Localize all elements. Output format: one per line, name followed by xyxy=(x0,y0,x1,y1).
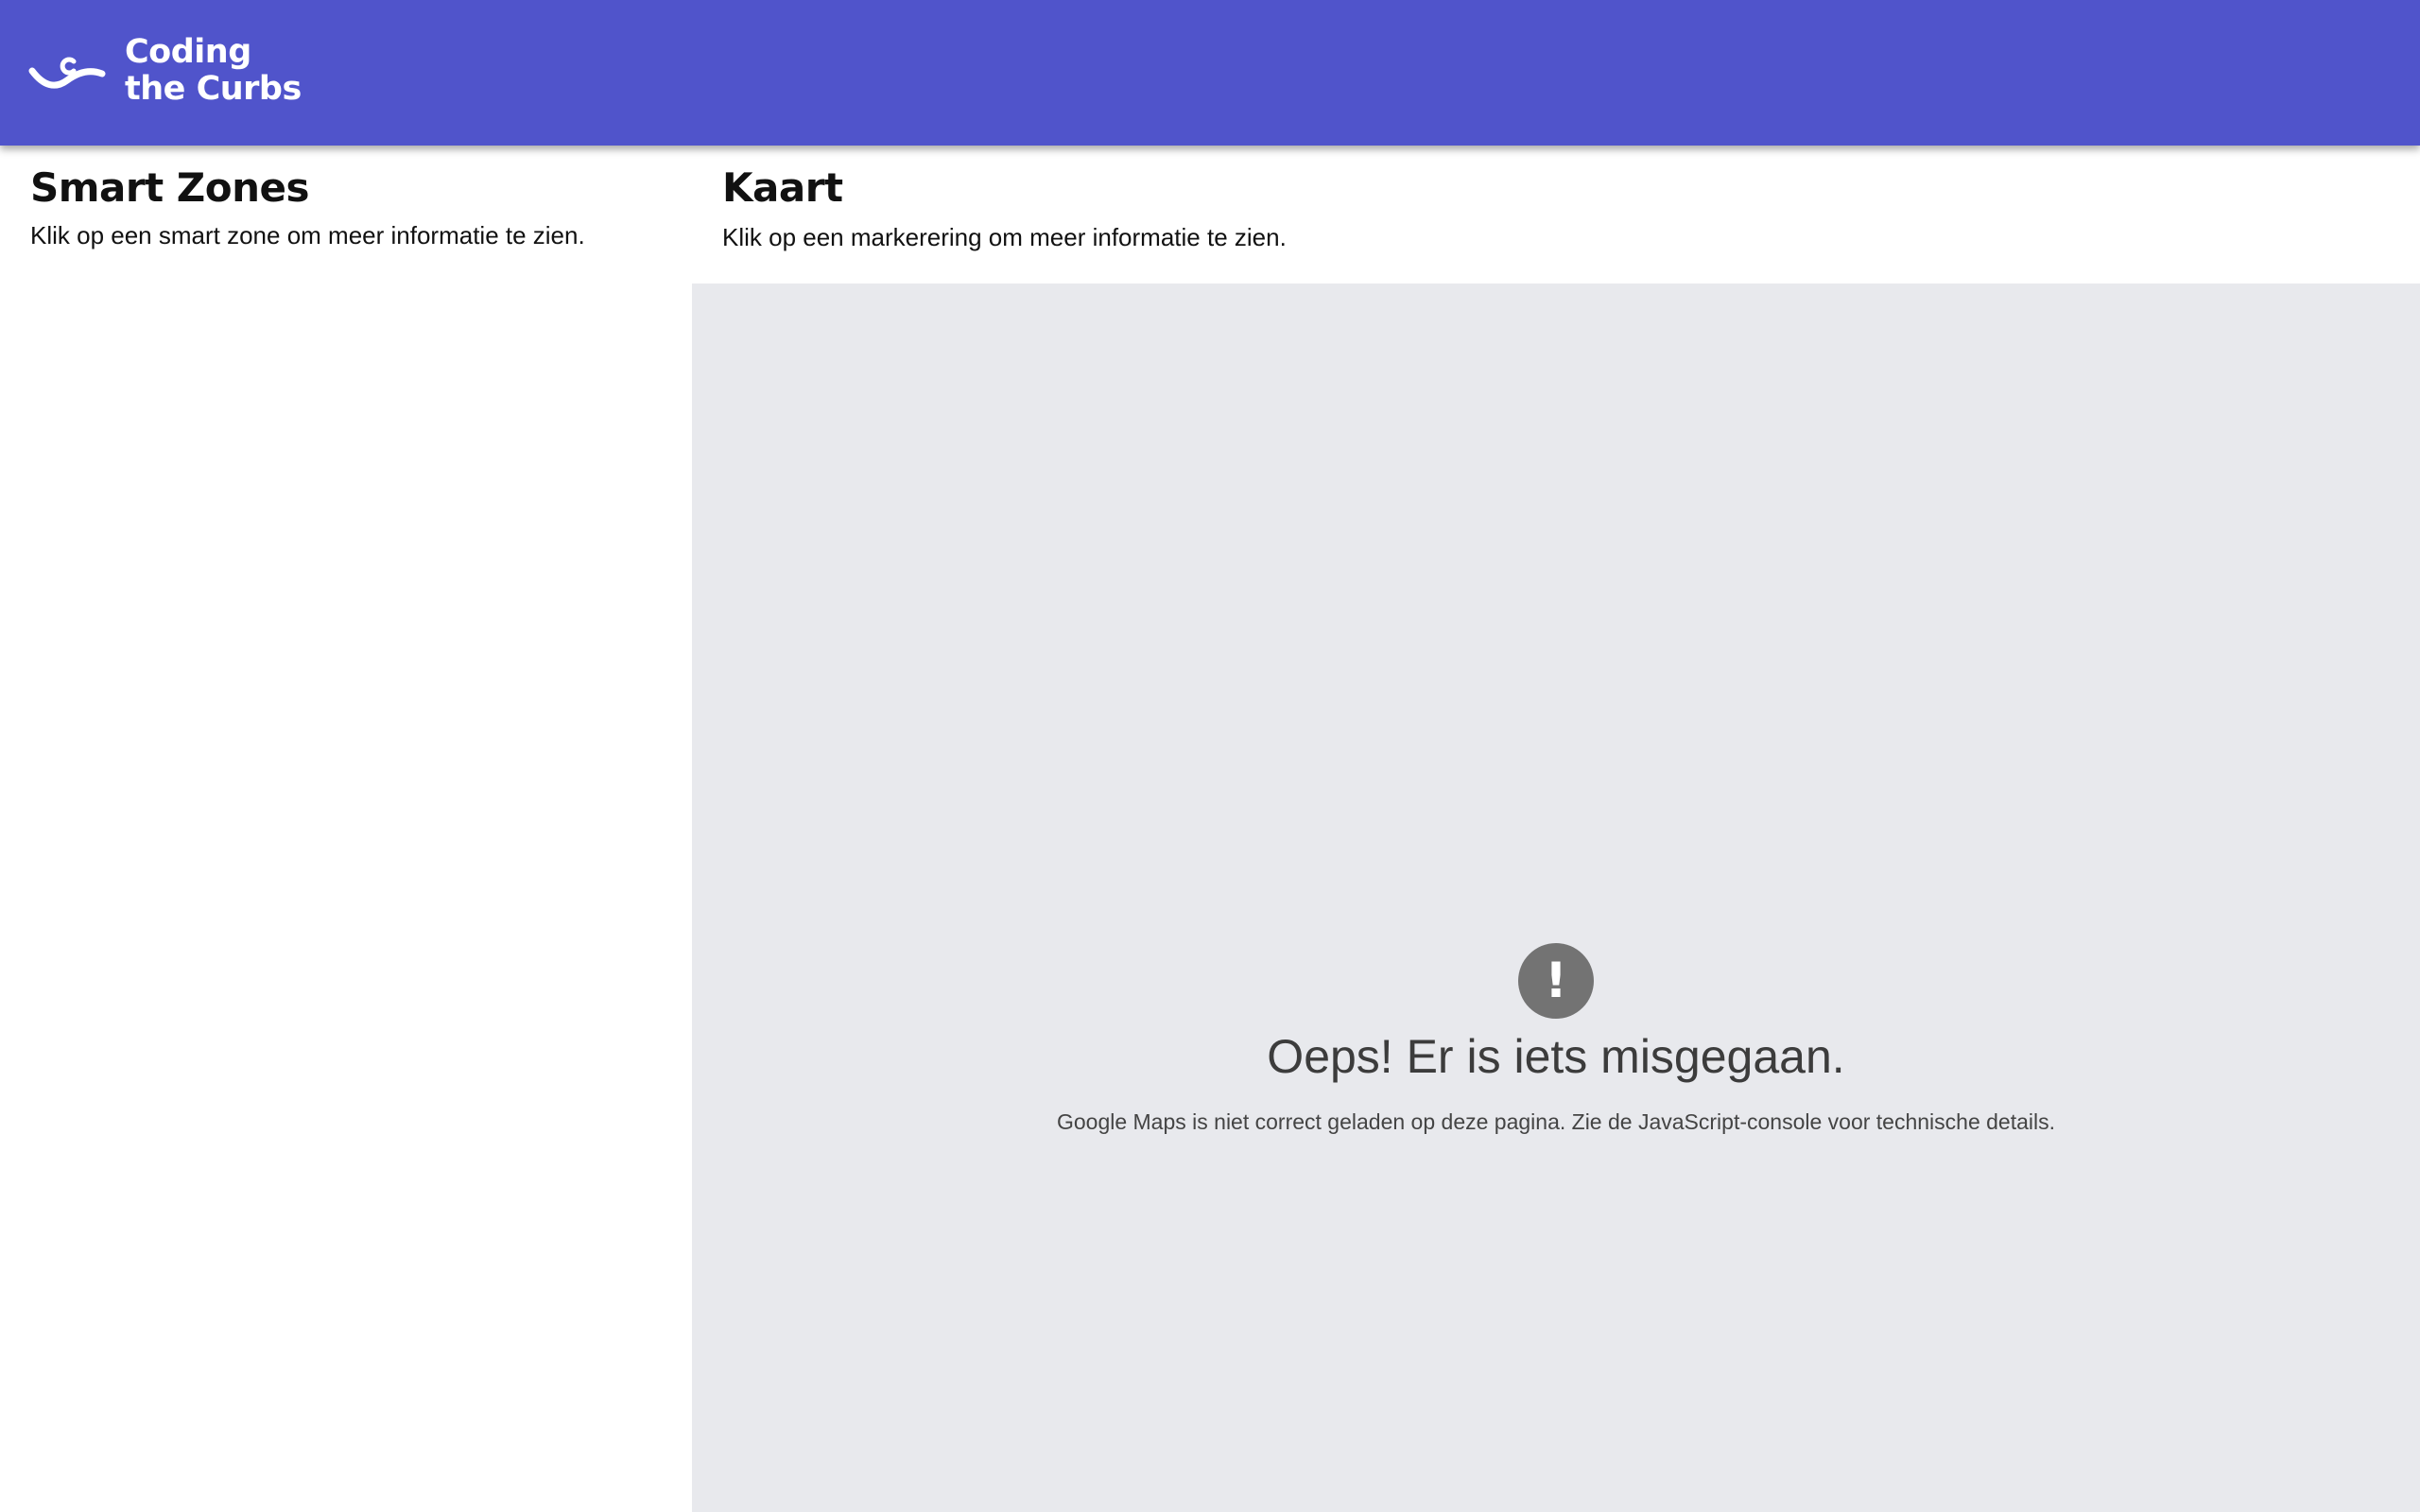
map-error-message: ! Oeps! Er is iets misgegaan. Google Map… xyxy=(692,943,2420,1135)
map-error-details: Google Maps is niet correct geladen op d… xyxy=(1056,1109,2056,1134)
map-subtitle: Klik op een markerering om meer informat… xyxy=(722,223,1287,251)
smart-zones-title: Smart Zones xyxy=(30,164,309,211)
exclamation-icon: ! xyxy=(1518,943,1594,1019)
map-panel: Kaart Klik op een markerering om meer in… xyxy=(692,146,2420,1512)
brand-name-line1: Coding xyxy=(125,33,251,71)
brand-name-line2: the Curbs xyxy=(125,70,302,108)
map-error-title: Oeps! Er is iets misgegaan. xyxy=(1267,1030,1845,1083)
app-header: Coding the Curbs xyxy=(0,0,2420,146)
smart-zones-subtitle: Klik op een smart zone om meer informati… xyxy=(30,221,585,249)
map-canvas[interactable]: ! Oeps! Er is iets misgegaan. Google Map… xyxy=(692,284,2420,1512)
coding-the-curbs-logo-icon xyxy=(28,57,106,89)
brand-home-link[interactable]: Coding the Curbs xyxy=(28,34,302,108)
smart-zones-panel: Smart Zones Klik op een smart zone om me… xyxy=(0,146,692,1512)
brand-name: Coding the Curbs xyxy=(125,34,302,108)
map-title: Kaart xyxy=(722,164,843,211)
